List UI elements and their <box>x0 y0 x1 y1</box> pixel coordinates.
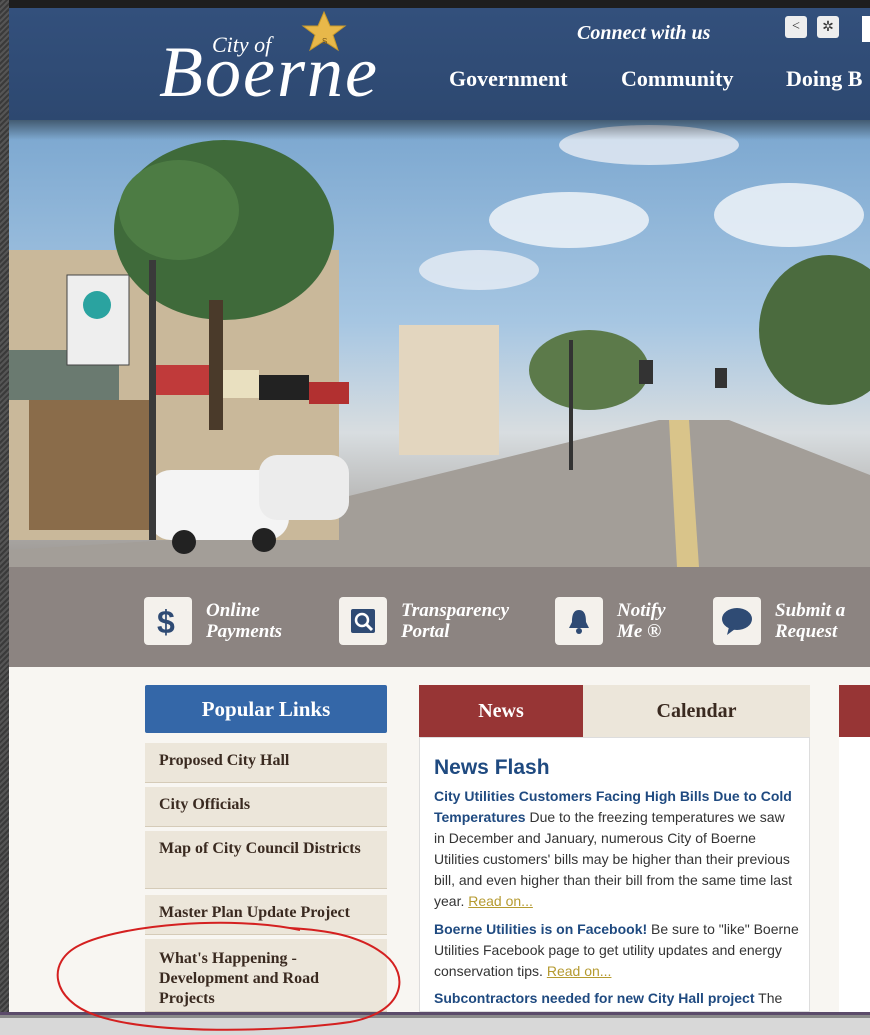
submit-request-link[interactable]: Submit a Request <box>713 597 845 645</box>
logo-boerne[interactable]: Boerne <box>159 36 379 108</box>
settings-icon[interactable]: ✲ <box>817 16 839 38</box>
right-panel-tab[interactable] <box>839 685 870 737</box>
popular-link-master-plan[interactable]: Master Plan Update Project <box>145 895 387 935</box>
online-payments-link[interactable]: $ Online Payments <box>144 597 282 645</box>
read-more-link[interactable]: Read on... <box>468 893 533 909</box>
news-panel: News Flash City Utilities Customers Faci… <box>419 737 810 1012</box>
news-headline[interactable]: Boerne Utilities is on Facebook! <box>434 921 647 937</box>
popular-links-heading: Popular Links <box>145 685 387 733</box>
transparency-portal-link[interactable]: Transparency Portal <box>339 597 509 645</box>
svg-text:$: $ <box>157 604 175 638</box>
popular-link-city-officials[interactable]: City Officials <box>145 787 387 827</box>
nav-community[interactable]: Community <box>621 66 733 92</box>
nav-doing-business[interactable]: Doing B <box>786 66 862 92</box>
share-icon[interactable]: < <box>785 16 807 38</box>
news-item: City Utilities Customers Facing High Bil… <box>434 786 799 912</box>
site-header: S City of Boerne Connect with us < ✲ Gov… <box>9 8 870 120</box>
notify-me-label: Notify Me ® <box>617 600 666 642</box>
dollar-icon: $ <box>144 597 192 645</box>
right-panel <box>839 737 870 1012</box>
magnifier-icon <box>339 597 387 645</box>
hero-photo-main-street <box>9 120 870 567</box>
news-body: The <box>754 990 783 1006</box>
news-item: Subcontractors needed for new City Hall … <box>434 988 799 1009</box>
quick-links-bar: $ Online Payments Transparency Portal No… <box>9 567 870 667</box>
tab-calendar[interactable]: Calendar <box>583 685 810 737</box>
popular-link-council-districts-map[interactable]: Map of City Council Districts <box>145 831 387 889</box>
transparency-portal-label: Transparency Portal <box>401 600 510 642</box>
bell-icon <box>555 597 603 645</box>
speech-bubble-icon <box>713 597 761 645</box>
connect-label: Connect with us <box>577 22 711 44</box>
tab-news[interactable]: News <box>419 685 583 737</box>
news-flash-title: News Flash <box>434 756 550 779</box>
notify-me-link[interactable]: Notify Me ® <box>555 597 666 645</box>
header-shadow <box>9 120 870 140</box>
online-payments-label: Online Payments <box>206 600 282 642</box>
submit-request-label: Submit a Request <box>775 600 846 642</box>
popular-link-whats-happening[interactable]: What's Happening - Development and Road … <box>145 939 387 1012</box>
search-input[interactable] <box>862 16 870 42</box>
window-top-edge <box>0 0 870 8</box>
popular-link-proposed-city-hall[interactable]: Proposed City Hall <box>145 743 387 783</box>
page-left-margin <box>0 0 9 1035</box>
read-more-link[interactable]: Read on... <box>547 963 612 979</box>
news-headline[interactable]: Subcontractors needed for new City Hall … <box>434 990 755 1006</box>
nav-government[interactable]: Government <box>449 66 568 92</box>
news-item: Boerne Utilities is on Facebook! Be sure… <box>434 919 799 982</box>
footer-stripe <box>0 1012 870 1035</box>
